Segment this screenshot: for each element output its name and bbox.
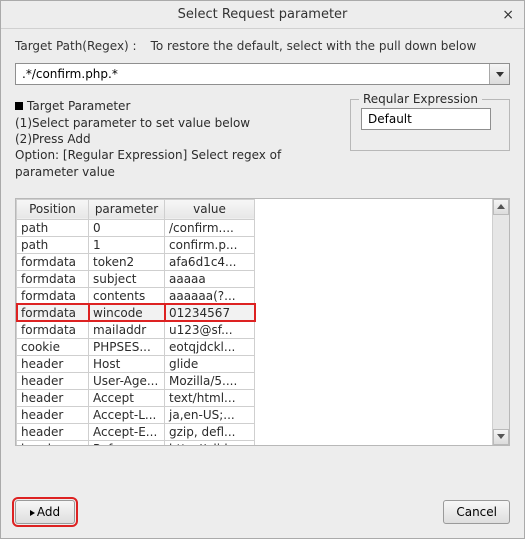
- vertical-scrollbar[interactable]: [492, 199, 509, 445]
- table-cell[interactable]: formdata: [17, 321, 89, 338]
- add-button-label: Add: [37, 505, 60, 519]
- instructions-block: Target Parameter (1)Select parameter to …: [15, 99, 328, 180]
- table-row[interactable]: headerAccepttext/html...: [17, 389, 255, 406]
- chevron-up-icon: [497, 204, 505, 209]
- titlebar: Select Request parameter ×: [1, 1, 524, 29]
- table-cell[interactable]: eotqjdckl...: [165, 338, 255, 355]
- table-row[interactable]: headerUser-Age...Mozilla/5....: [17, 372, 255, 389]
- table-cell[interactable]: Accept-L...: [89, 406, 165, 423]
- table-cell[interactable]: Referer: [89, 440, 165, 445]
- table-row[interactable]: headerAccept-L...ja,en-US;...: [17, 406, 255, 423]
- table-cell[interactable]: afa6d1c4...: [165, 253, 255, 270]
- table-cell[interactable]: PHPSES...: [89, 338, 165, 355]
- scroll-track[interactable]: [493, 215, 509, 429]
- target-parameter-label: Target Parameter: [27, 99, 130, 113]
- target-path-combo[interactable]: [15, 63, 510, 85]
- mid-row: Target Parameter (1)Select parameter to …: [15, 99, 510, 180]
- table-cell[interactable]: 01234567: [165, 304, 255, 321]
- col-value[interactable]: value: [165, 199, 255, 219]
- target-path-hint: To restore the default, select with the …: [151, 39, 477, 53]
- table-cell[interactable]: text/html...: [165, 389, 255, 406]
- instruction-line-2: (2)Press Add: [15, 131, 328, 147]
- regex-combo[interactable]: [361, 108, 491, 130]
- parameter-table-wrap: Position parameter value path0/confirm..…: [15, 198, 510, 446]
- cursor-icon: [30, 510, 35, 516]
- table-row[interactable]: formdatamailaddru123@sf...: [17, 321, 255, 338]
- table-row[interactable]: headerHostglide: [17, 355, 255, 372]
- table-cell[interactable]: ja,en-US;...: [165, 406, 255, 423]
- regex-fieldset-legend: Reqular Expression: [359, 92, 482, 106]
- table-cell[interactable]: contents: [89, 287, 165, 304]
- table-cell[interactable]: header: [17, 355, 89, 372]
- table-cell[interactable]: formdata: [17, 287, 89, 304]
- scroll-down-button[interactable]: [493, 429, 509, 445]
- table-cell[interactable]: 1: [89, 236, 165, 253]
- cancel-button[interactable]: Cancel: [443, 500, 510, 524]
- table-row[interactable]: path0/confirm....: [17, 219, 255, 236]
- square-bullet-icon: [15, 102, 23, 110]
- select-request-parameter-dialog: Select Request parameter × Target Path(R…: [0, 0, 525, 539]
- table-cell[interactable]: cookie: [17, 338, 89, 355]
- table-cell[interactable]: header: [17, 440, 89, 445]
- table-cell[interactable]: Host: [89, 355, 165, 372]
- table-row[interactable]: headerRefererhttp://glid: [17, 440, 255, 445]
- table-header-row: Position parameter value: [17, 199, 255, 219]
- table-row[interactable]: formdatawincode01234567: [17, 304, 255, 321]
- table-row[interactable]: path1confirm.p...: [17, 236, 255, 253]
- table-cell[interactable]: path: [17, 236, 89, 253]
- table-cell[interactable]: formdata: [17, 253, 89, 270]
- add-button[interactable]: Add: [15, 500, 75, 524]
- table-cell[interactable]: Mozilla/5....: [165, 372, 255, 389]
- table-cell[interactable]: wincode: [89, 304, 165, 321]
- table-cell[interactable]: aaaaa: [165, 270, 255, 287]
- table-cell[interactable]: header: [17, 372, 89, 389]
- table-cell[interactable]: header: [17, 389, 89, 406]
- table-cell[interactable]: confirm.p...: [165, 236, 255, 253]
- parameter-table[interactable]: Position parameter value path0/confirm..…: [16, 199, 255, 445]
- target-path-label: Target Path(Regex) :: [15, 39, 137, 53]
- regex-fieldset: Reqular Expression: [350, 99, 510, 151]
- instruction-line-3: Option: [Regular Expression] Select rege…: [15, 147, 328, 179]
- table-cell[interactable]: mailaddr: [89, 321, 165, 338]
- table-cell[interactable]: User-Age...: [89, 372, 165, 389]
- table-row[interactable]: formdatasubjectaaaaa: [17, 270, 255, 287]
- target-path-input[interactable]: [16, 64, 489, 84]
- table-cell[interactable]: formdata: [17, 304, 89, 321]
- table-row[interactable]: headerAccept-E...gzip, defl...: [17, 423, 255, 440]
- instruction-line-1: (1)Select parameter to set value below: [15, 115, 328, 131]
- table-cell[interactable]: glide: [165, 355, 255, 372]
- close-icon[interactable]: ×: [498, 5, 518, 25]
- dialog-footer: Add Cancel: [1, 488, 524, 538]
- chevron-down-icon: [496, 72, 504, 77]
- cancel-button-label: Cancel: [456, 505, 497, 519]
- table-cell[interactable]: path: [17, 219, 89, 236]
- table-row[interactable]: formdatacontentsaaaaaa(?...: [17, 287, 255, 304]
- table-cell[interactable]: u123@sf...: [165, 321, 255, 338]
- dialog-title: Select Request parameter: [178, 7, 348, 22]
- table-row[interactable]: cookiePHPSES...eotqjdckl...: [17, 338, 255, 355]
- target-path-dropdown-button[interactable]: [489, 64, 509, 84]
- table-cell[interactable]: gzip, defl...: [165, 423, 255, 440]
- table-cell[interactable]: /confirm....: [165, 219, 255, 236]
- col-parameter[interactable]: parameter: [89, 199, 165, 219]
- table-cell[interactable]: aaaaaa(?...: [165, 287, 255, 304]
- table-cell[interactable]: header: [17, 423, 89, 440]
- target-path-row: Target Path(Regex) : To restore the defa…: [15, 39, 510, 53]
- dialog-content: Target Path(Regex) : To restore the defa…: [1, 29, 524, 488]
- table-cell[interactable]: Accept: [89, 389, 165, 406]
- chevron-down-icon: [497, 434, 505, 439]
- table-cell[interactable]: http://glid: [165, 440, 255, 445]
- table-cell[interactable]: header: [17, 406, 89, 423]
- regex-input[interactable]: [362, 109, 524, 129]
- table-row[interactable]: formdatatoken2afa6d1c4...: [17, 253, 255, 270]
- table-cell[interactable]: Accept-E...: [89, 423, 165, 440]
- table-cell[interactable]: subject: [89, 270, 165, 287]
- table-cell[interactable]: formdata: [17, 270, 89, 287]
- scroll-up-button[interactable]: [493, 199, 509, 215]
- parameter-table-scroll: Position parameter value path0/confirm..…: [16, 199, 492, 445]
- col-position[interactable]: Position: [17, 199, 89, 219]
- table-cell[interactable]: 0: [89, 219, 165, 236]
- table-cell[interactable]: token2: [89, 253, 165, 270]
